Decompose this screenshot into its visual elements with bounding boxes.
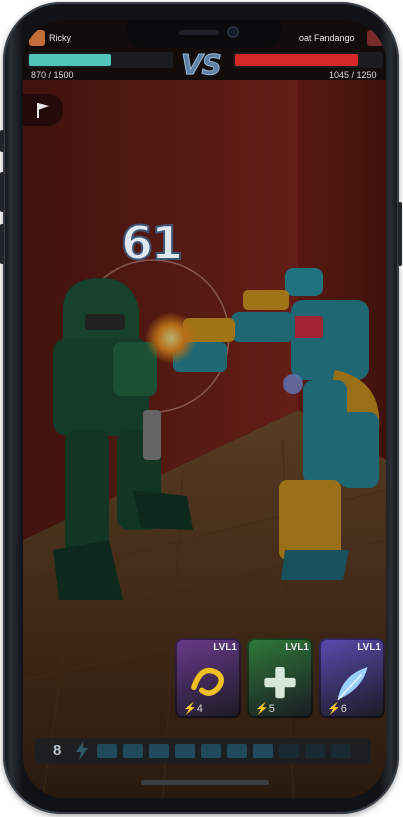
notch (127, 20, 281, 48)
front-camera (227, 26, 239, 38)
card-cost: ⚡6 (327, 703, 347, 715)
game-screen[interactable]: Ricky 870 / 1500 VS oat Fandango 1045 / … (23, 20, 386, 798)
player-hp-text: 870 / 1500 (31, 70, 74, 80)
energy-segment (253, 744, 273, 758)
energy-bar: 8 (35, 738, 371, 764)
volume-down-button (0, 224, 4, 264)
opponent-avatar (367, 30, 383, 46)
surrender-button[interactable] (23, 94, 63, 126)
card-level-label: LVL1 (285, 642, 309, 653)
earpiece-speaker (179, 30, 219, 35)
power-button (398, 202, 402, 266)
mute-switch (0, 130, 4, 152)
opponent-health-bar (233, 52, 383, 68)
plus-icon (264, 666, 296, 699)
player-name: Ricky (49, 33, 71, 43)
energy-segment (123, 744, 143, 758)
energy-segment (279, 744, 299, 758)
energy-count: 8 (53, 742, 62, 759)
player-health-bar (27, 52, 173, 68)
energy-segment (305, 744, 325, 758)
volume-up-button (0, 172, 4, 212)
player-health-fill (29, 54, 112, 66)
home-indicator[interactable] (141, 780, 269, 785)
opponent-name: oat Fandango (299, 33, 355, 43)
flag-icon (37, 103, 49, 118)
energy-segment (227, 744, 247, 758)
versus-label: VS (181, 48, 223, 82)
card-cost: ⚡4 (183, 703, 203, 715)
phone-frame: Ricky 870 / 1500 VS oat Fandango 1045 / … (0, 2, 402, 814)
card-level-label: LVL1 (357, 642, 381, 653)
player-avatar (29, 30, 45, 46)
swirl-icon (191, 667, 224, 696)
energy-segment (149, 744, 169, 758)
energy-segment (331, 744, 351, 758)
opponent-hp-text: 1045 / 1250 (329, 70, 377, 80)
damage-number: 61 (120, 215, 184, 271)
energy-segment (201, 744, 221, 758)
energy-segment (175, 744, 195, 758)
energy-bolt-icon (76, 742, 88, 760)
opponent-health-fill (235, 54, 358, 66)
energy-segment (97, 744, 117, 758)
card-level-label: LVL1 (213, 642, 237, 653)
card-cost: ⚡5 (255, 703, 275, 715)
feather-icon (337, 666, 368, 701)
